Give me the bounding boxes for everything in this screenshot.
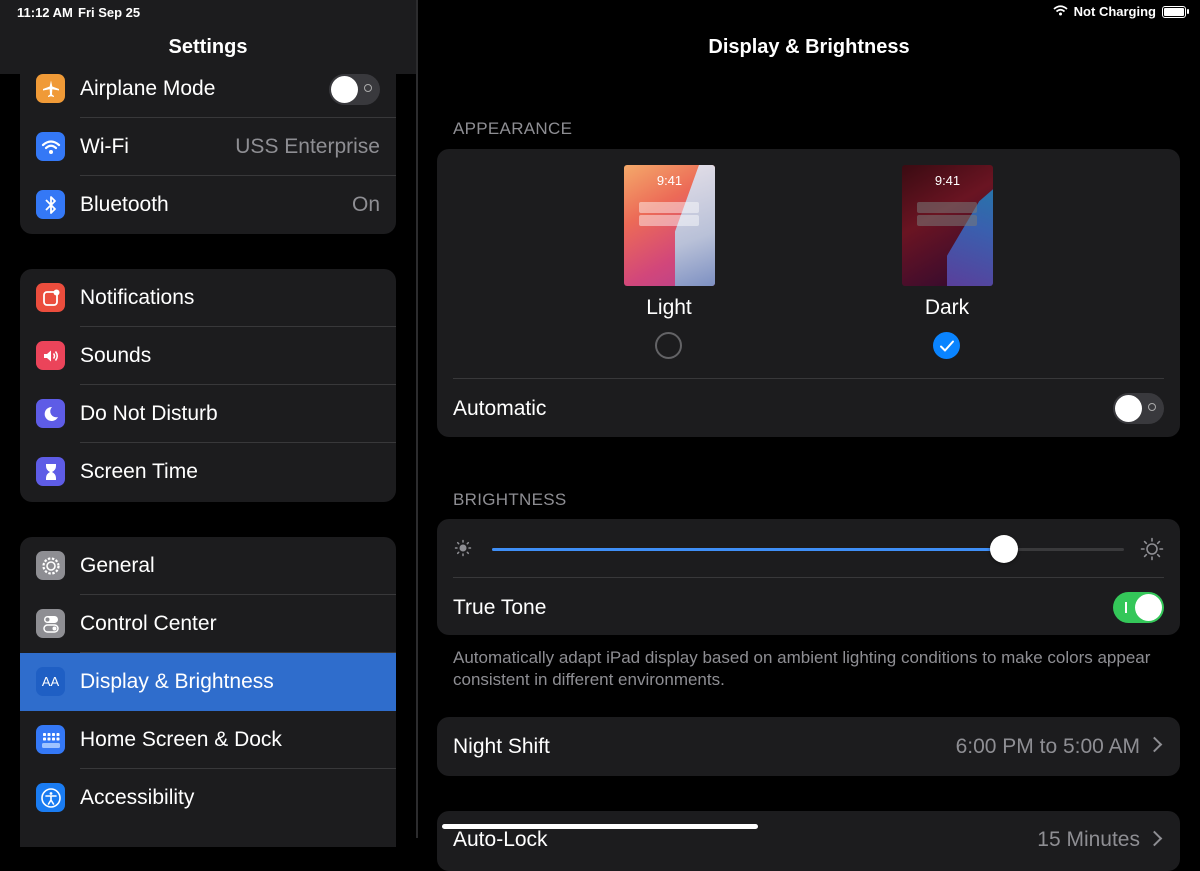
bluetooth-icon — [36, 190, 65, 219]
wifi-network-value: USS Enterprise — [235, 135, 380, 158]
toggle-knob — [331, 76, 358, 103]
toggle-off-mark — [1148, 403, 1156, 411]
light-mode-preview[interactable]: 9:41 — [624, 165, 715, 286]
sidebar-item-screen-time[interactable]: Screen Time — [20, 443, 396, 501]
night-shift-schedule: 6:00 PM to 5:00 AM — [955, 735, 1140, 758]
chevron-right-icon — [1146, 736, 1163, 753]
night-shift-label: Night Shift — [453, 735, 550, 758]
sidebar-item-label: Home Screen & Dock — [80, 728, 282, 751]
sidebar-item-bluetooth[interactable]: Bluetooth On — [20, 176, 396, 234]
status-indicators: Not Charging — [1053, 4, 1189, 19]
light-mode-radio[interactable] — [655, 332, 682, 359]
status-time: 11:12 AM — [17, 5, 73, 20]
sun-small-icon — [454, 539, 472, 562]
sidebar-item-label: Sounds — [80, 344, 152, 367]
sidebar-item-home-screen-dock[interactable]: Home Screen & Dock — [20, 711, 396, 769]
wifi-signal-icon — [1053, 4, 1068, 19]
auto-lock-row[interactable]: Auto-Lock 15 Minutes — [437, 811, 1180, 871]
page-title: Display & Brightness — [708, 36, 910, 58]
sidebar-item-control-center[interactable]: Control Center — [20, 595, 396, 653]
notifications-icon — [36, 283, 65, 312]
sidebar-item-label: Display & Brightness — [80, 670, 274, 693]
brightness-card: True Tone — [437, 519, 1180, 635]
hourglass-icon — [36, 457, 65, 486]
automatic-toggle[interactable] — [1113, 393, 1164, 424]
preview-notification — [639, 202, 699, 213]
appearance-heading: APPEARANCE — [453, 119, 573, 138]
sidebar-item-general[interactable]: General — [20, 537, 396, 595]
sidebar-title: Settings — [168, 36, 248, 58]
sidebar-item-do-not-disturb[interactable]: Do Not Disturb — [20, 385, 396, 443]
sidebar-item-label: Accessibility — [80, 786, 195, 809]
app-grid-icon — [36, 725, 65, 754]
chevron-right-icon — [1146, 830, 1163, 847]
sidebar-item-sounds[interactable]: Sounds — [20, 327, 396, 385]
airplane-icon — [36, 74, 65, 103]
text-size-icon: AA — [36, 667, 65, 696]
switches-icon — [36, 609, 65, 638]
wifi-icon — [36, 132, 65, 161]
sidebar-item-accessibility[interactable]: Accessibility — [20, 769, 396, 827]
preview-notification — [917, 202, 977, 213]
preview-notification — [639, 215, 699, 226]
brightness-slider-knob[interactable] — [989, 535, 1018, 563]
general-group: General Control Center AA Display & Brig… — [20, 537, 396, 847]
sidebar-item-wifi[interactable]: Wi-Fi USS Enterprise — [20, 118, 396, 176]
sidebar-item-label: Wi-Fi — [80, 135, 129, 158]
sidebar-item-label: General — [80, 554, 155, 577]
sidebar-item-label: Screen Time — [80, 460, 198, 483]
true-tone-label: True Tone — [453, 596, 547, 619]
preview-time: 9:41 — [656, 173, 683, 188]
checkmark-icon — [939, 340, 954, 351]
toggle-off-mark — [364, 84, 372, 92]
auto-lock-value: 15 Minutes — [1037, 828, 1140, 851]
sidebar: Settings Airplane Mode Wi-Fi USS Enterpr… — [0, 0, 416, 847]
dark-mode-preview[interactable]: 9:41 — [902, 165, 993, 286]
sidebar-item-airplane-mode[interactable]: Airplane Mode — [20, 60, 396, 118]
night-shift-row[interactable]: Night Shift 6:00 PM to 5:00 AM — [437, 717, 1180, 776]
connectivity-group: Airplane Mode Wi-Fi USS Enterprise Bluet… — [20, 60, 396, 234]
toggle-on-mark — [1125, 602, 1127, 613]
brightness-heading: BRIGHTNESS — [453, 490, 567, 509]
sidebar-item-display-brightness[interactable]: AA Display & Brightness — [20, 653, 396, 711]
dark-mode-label: Dark — [924, 296, 970, 319]
bluetooth-status-value: On — [351, 193, 380, 216]
sidebar-item-label: Control Center — [80, 612, 217, 635]
sidebar-item-label: Airplane Mode — [80, 77, 216, 100]
charging-status: Not Charging — [1073, 4, 1156, 19]
notifications-group: Notifications Sounds Do Not Disturb Scre… — [20, 269, 396, 502]
speaker-icon — [36, 341, 65, 370]
battery-level — [1164, 7, 1184, 16]
status-date: Fri Sep 25 — [78, 5, 141, 20]
preview-time: 9:41 — [934, 173, 961, 188]
preview-notification — [917, 215, 977, 226]
home-indicator — [442, 824, 758, 829]
accessibility-icon — [36, 783, 65, 812]
true-tone-toggle[interactable] — [1113, 592, 1164, 623]
toggle-knob — [1115, 395, 1142, 422]
sidebar-item-label: Notifications — [80, 286, 195, 309]
airplane-mode-toggle[interactable] — [329, 74, 380, 105]
brightness-slider[interactable] — [492, 535, 1124, 563]
automatic-label: Automatic — [453, 397, 547, 420]
divider — [453, 577, 1164, 578]
auto-lock-label: Auto-Lock — [453, 828, 548, 851]
moon-icon — [36, 399, 65, 428]
toggle-knob — [1135, 594, 1162, 621]
brightness-slider-fill — [492, 548, 1004, 551]
sidebar-item-notifications[interactable]: Notifications — [20, 269, 396, 327]
appearance-card: 9:41 Light 9:41 Dark Automatic — [437, 149, 1180, 437]
dark-mode-radio[interactable] — [933, 332, 960, 359]
true-tone-description: Automatically adapt iPad display based o… — [453, 648, 1151, 689]
sidebar-item-label: Do Not Disturb — [80, 402, 218, 425]
battery-icon — [1162, 5, 1189, 18]
divider — [453, 378, 1164, 379]
pane-divider — [416, 0, 418, 838]
sun-large-icon — [1140, 537, 1164, 566]
light-mode-label: Light — [646, 296, 692, 319]
sidebar-item-label: Bluetooth — [80, 193, 169, 216]
gear-icon — [36, 551, 65, 580]
